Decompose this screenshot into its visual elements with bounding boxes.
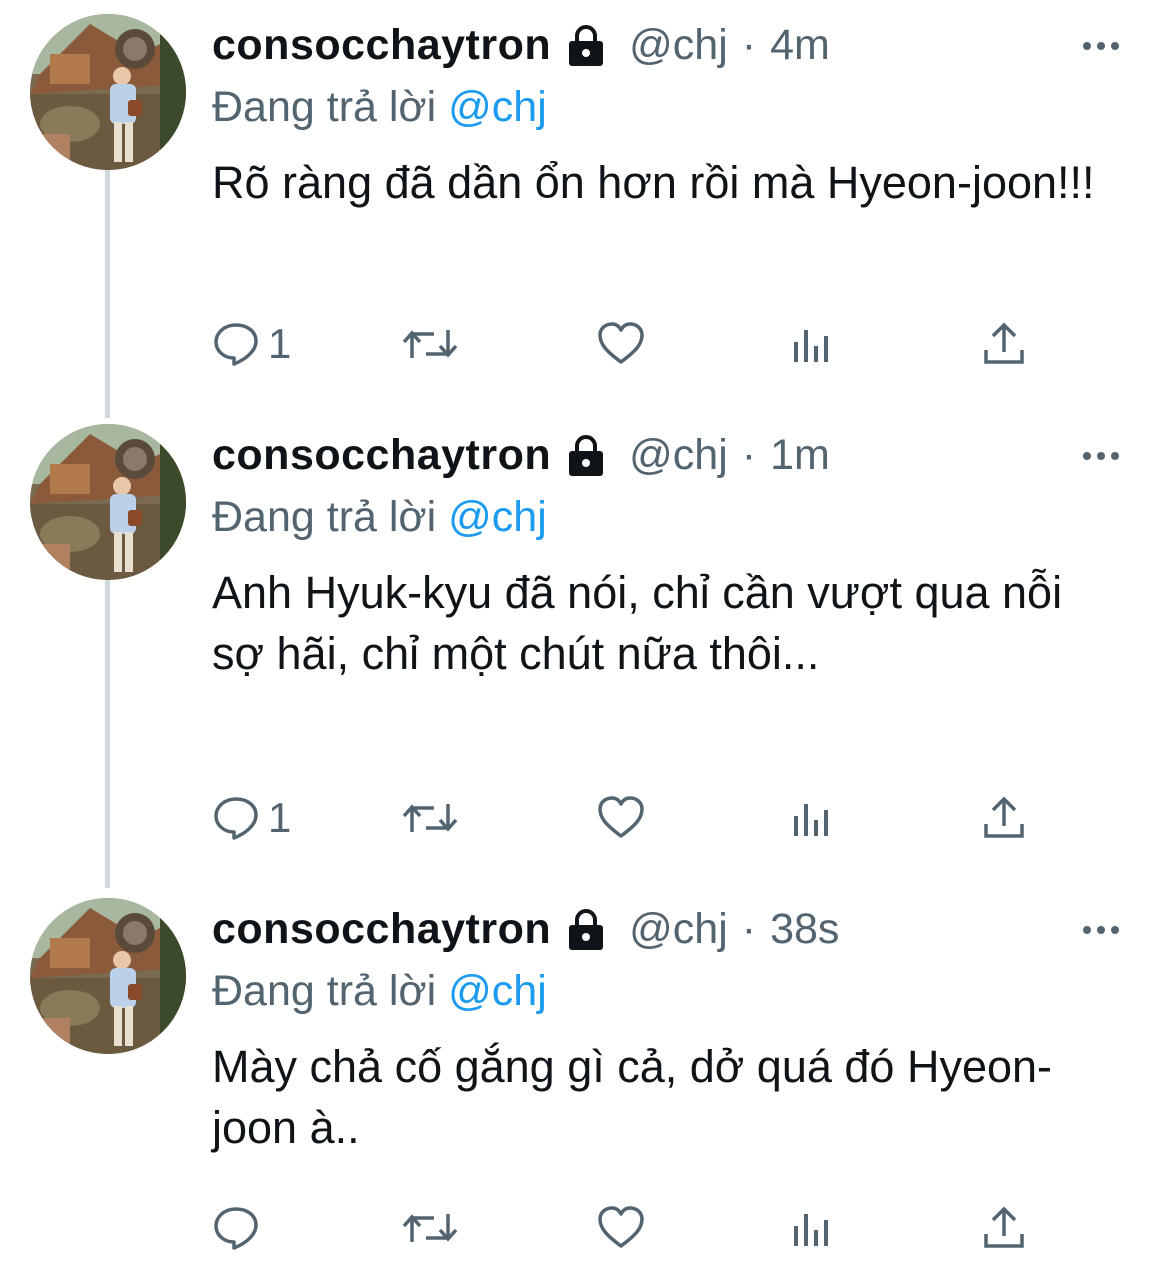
replying-to: Đang trả lời @chj xyxy=(212,486,1135,548)
like-button[interactable] xyxy=(596,314,646,374)
replying-to-label: Đang trả lời xyxy=(212,493,449,541)
display-name[interactable]: consocchaytron xyxy=(212,14,551,76)
replying-to-label: Đang trả lời xyxy=(212,83,449,131)
replying-to-label: Đang trả lời xyxy=(212,967,449,1015)
username-handle[interactable]: @chj xyxy=(629,14,728,76)
heart-icon xyxy=(596,794,646,842)
more-horizontal-icon[interactable] xyxy=(1081,920,1121,940)
retweet-icon xyxy=(400,320,460,368)
reply-bubble-icon xyxy=(212,794,260,842)
share-button[interactable] xyxy=(980,314,1028,374)
reply-bubble-icon xyxy=(212,1204,260,1252)
avatar[interactable] xyxy=(30,898,186,1054)
lock-icon xyxy=(563,432,609,478)
thread-connector-line xyxy=(105,168,110,418)
share-upload-icon xyxy=(980,794,1028,842)
replying-to-handle[interactable]: @chj xyxy=(448,83,547,131)
replying-to: Đang trả lời @chj xyxy=(212,76,1135,138)
views-button[interactable] xyxy=(790,314,834,374)
share-upload-icon xyxy=(980,1204,1028,1252)
replying-to: Đang trả lời @chj xyxy=(212,960,1135,1022)
views-button[interactable] xyxy=(790,1198,834,1258)
bar-chart-icon xyxy=(790,794,834,842)
reply-count: 1 xyxy=(268,794,292,841)
timestamp[interactable]: 1m xyxy=(770,424,830,486)
retweet-button[interactable] xyxy=(400,788,460,848)
tweet-header: consocchaytron @chj · 4m xyxy=(212,14,1135,76)
avatar[interactable] xyxy=(30,424,186,580)
tweet-actions: 1 xyxy=(212,788,1072,848)
username-handle[interactable]: @chj xyxy=(629,424,728,486)
replying-to-handle[interactable]: @chj xyxy=(448,493,547,541)
like-button[interactable] xyxy=(596,788,646,848)
reply-button[interactable]: 1 xyxy=(212,788,291,848)
tweet-actions: 1 xyxy=(212,314,1072,374)
lock-icon xyxy=(563,22,609,68)
display-name[interactable]: consocchaytron xyxy=(212,898,551,960)
like-button[interactable] xyxy=(596,1198,646,1258)
reply-button[interactable] xyxy=(212,1198,268,1258)
reply-button[interactable]: 1 xyxy=(212,314,291,374)
share-upload-icon xyxy=(980,320,1028,368)
reply-bubble-icon xyxy=(212,320,260,368)
display-name[interactable]: consocchaytron xyxy=(212,424,551,486)
views-button[interactable] xyxy=(790,788,834,848)
heart-icon xyxy=(596,320,646,368)
retweet-button[interactable] xyxy=(400,1198,460,1258)
separator-dot: · xyxy=(741,905,757,953)
username-handle[interactable]: @chj xyxy=(629,898,728,960)
replying-to-handle[interactable]: @chj xyxy=(448,967,547,1015)
timestamp[interactable]: 4m xyxy=(770,14,830,76)
heart-icon xyxy=(596,1204,646,1252)
tweet-actions xyxy=(212,1198,1072,1258)
tweet-text: Rõ ràng đã dần ổn hơn rồi mà Hyeon-joon!… xyxy=(212,157,1095,208)
lock-icon xyxy=(563,906,609,952)
separator-dot: · xyxy=(741,431,757,479)
retweet-icon xyxy=(400,794,460,842)
thread-connector-line xyxy=(105,580,110,888)
retweet-icon xyxy=(400,1204,460,1252)
tweet-header: consocchaytron @chj · 38s xyxy=(212,898,1135,960)
bar-chart-icon xyxy=(790,1204,834,1252)
separator-dot: · xyxy=(741,21,757,69)
tweet-header: consocchaytron @chj · 1m xyxy=(212,424,1135,486)
more-horizontal-icon[interactable] xyxy=(1081,446,1121,466)
retweet-button[interactable] xyxy=(400,314,460,374)
tweet-text: Mày chả cố gắng gì cả, dở quá đó Hyeon-j… xyxy=(212,1041,1053,1153)
share-button[interactable] xyxy=(980,788,1028,848)
bar-chart-icon xyxy=(790,320,834,368)
timestamp[interactable]: 38s xyxy=(770,898,839,960)
share-button[interactable] xyxy=(980,1198,1028,1258)
more-horizontal-icon[interactable] xyxy=(1081,36,1121,56)
tweet-text: Anh Hyuk-kyu đã nói, chỉ cần vượt qua nỗ… xyxy=(212,567,1063,679)
reply-count: 1 xyxy=(268,320,292,367)
avatar[interactable] xyxy=(30,14,186,170)
